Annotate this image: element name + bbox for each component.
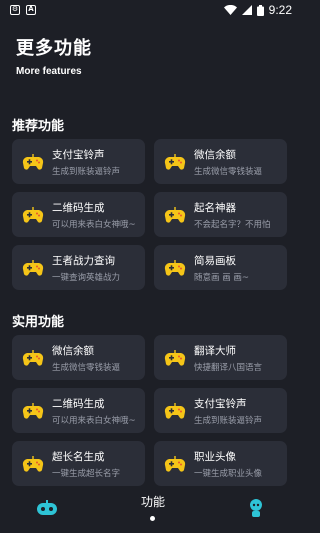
feature-card[interactable]: 王者战力查询 一键查询英雄战力 — [12, 245, 145, 290]
feature-grid: 支付宝铃声 生成到账装逼铃声 微信余额 生成微信零钱装逼 二维码生成 可以用来表… — [0, 139, 300, 290]
feature-card[interactable]: 支付宝铃声 生成到账装逼铃声 — [154, 388, 287, 433]
feature-desc: 生成到账装逼铃声 — [194, 415, 263, 426]
status-bar: ⚙ A 9:22 — [0, 0, 300, 20]
gamepad-icon — [164, 349, 186, 367]
wifi-icon — [223, 5, 237, 15]
feature-card[interactable]: 二维码生成 可以用来表白女神哦~ — [12, 388, 145, 433]
feature-card[interactable]: 支付宝铃声 生成到账装逼铃声 — [12, 139, 145, 184]
feature-text: 二维码生成 可以用来表白女神哦~ — [52, 200, 136, 230]
feature-text: 支付宝铃声 生成到账装逼铃声 — [52, 147, 120, 177]
section-title: 实用功能 — [12, 315, 65, 330]
feature-card[interactable]: 超长名生成 一键生成超长名字 — [12, 441, 145, 486]
gamepad-icon — [164, 206, 186, 224]
active-tab-indicator — [150, 515, 156, 521]
gamepad-icon — [164, 259, 186, 277]
feature-name: 支付宝铃声 — [194, 397, 247, 410]
feature-text: 支付宝铃声 生成到账装逼铃声 — [194, 396, 262, 426]
feature-name: 王者战力查询 — [52, 254, 115, 267]
feature-desc: 一键生成超长名字 — [52, 468, 121, 479]
feature-desc: 一键查询英雄战力 — [52, 272, 121, 283]
page-title: 更多功能 — [16, 38, 92, 59]
feature-desc: 一键生成职业头像 — [194, 468, 263, 479]
feature-card[interactable]: 微信余额 生成微信零钱装逼 — [12, 335, 145, 380]
gamepad-icon — [22, 402, 44, 420]
feature-text: 超长名生成 一键生成超长名字 — [52, 449, 120, 479]
feature-card[interactable]: 职业头像 一键生成职业头像 — [154, 441, 287, 486]
gamepad-icon — [22, 259, 44, 277]
feature-card[interactable]: 二维码生成 可以用来表白女神哦~ — [12, 192, 145, 237]
battery-icon — [256, 4, 264, 16]
feature-text: 简易画板 随意画 画 画~ — [194, 253, 249, 283]
feature-desc: 生成微信零钱装逼 — [52, 362, 121, 373]
feature-text: 职业头像 一键生成职业头像 — [194, 449, 262, 479]
feature-name: 微信余额 — [194, 148, 236, 161]
feature-desc: 不会起名字？不用怕 — [194, 219, 271, 230]
gamepad-icon — [22, 153, 44, 171]
tab-profile[interactable] — [248, 498, 264, 522]
feature-desc: 生成到账装逼铃声 — [52, 166, 121, 177]
signal-icon — [241, 5, 252, 15]
feature-card[interactable]: 起名神器 不会起名字？不用怕 — [154, 192, 287, 237]
gamepad-bot-icon — [37, 499, 57, 515]
feature-text: 起名神器 不会起名字？不用怕 — [194, 200, 271, 230]
feature-sections: 推荐功能 支付宝铃声 生成到账装逼铃声 微信余额 生成微信零钱装逼 二维码生成 — [0, 102, 300, 486]
feature-card[interactable]: 简易画板 随意画 画 画~ — [154, 245, 287, 290]
feature-text: 二维码生成 可以用来表白女神哦~ — [52, 396, 136, 426]
feature-text: 微信余额 生成微信零钱装逼 — [52, 343, 120, 373]
feature-desc: 可以用来表白女神哦~ — [52, 219, 136, 230]
feature-name: 起名神器 — [194, 201, 236, 214]
gamepad-icon — [22, 206, 44, 224]
bottom-tab-bar: 功能 — [0, 486, 300, 533]
tab-home[interactable] — [36, 499, 58, 520]
feature-text: 王者战力查询 一键查询英雄战力 — [52, 253, 120, 283]
feature-name: 简易画板 — [194, 254, 236, 267]
gamepad-icon — [22, 455, 44, 473]
feature-card[interactable]: 微信余额 生成微信零钱装逼 — [154, 139, 287, 184]
feature-card[interactable]: 翻译大师 快捷翻译八国语言 — [154, 335, 287, 380]
feature-desc: 可以用来表白女神哦~ — [52, 415, 136, 426]
feature-text: 微信余额 生成微信零钱装逼 — [194, 147, 262, 177]
section-title: 推荐功能 — [12, 119, 65, 134]
feature-grid: 微信余额 生成微信零钱装逼 翻译大师 快捷翻译八国语言 二维码生成 可以用来表白… — [0, 335, 300, 486]
status-time: 9:22 — [268, 3, 292, 17]
feature-desc: 生成微信零钱装逼 — [194, 166, 263, 177]
page-subtitle: More features — [16, 66, 82, 77]
feature-name: 支付宝铃声 — [52, 148, 105, 161]
gamepad-icon — [164, 153, 186, 171]
tab-features-label: 功能 — [140, 494, 165, 509]
feature-desc: 快捷翻译八国语言 — [194, 362, 263, 373]
page-header: 更多功能 More features — [0, 20, 300, 102]
feature-name: 微信余额 — [52, 344, 94, 357]
feature-name: 二维码生成 — [52, 201, 105, 214]
gamepad-icon — [164, 402, 186, 420]
feature-name: 职业头像 — [194, 450, 236, 463]
avatar-bot-icon — [249, 498, 262, 517]
feature-text: 翻译大师 快捷翻译八国语言 — [194, 343, 262, 373]
feature-name: 翻译大师 — [194, 344, 236, 357]
feature-name: 超长名生成 — [52, 450, 105, 463]
gamepad-icon — [22, 349, 44, 367]
tab-features[interactable]: 功能 — [141, 493, 165, 521]
feature-name: 二维码生成 — [52, 397, 105, 410]
notification-icon: ⚙ — [10, 5, 20, 15]
notification-a-icon: A — [26, 5, 36, 15]
feature-desc: 随意画 画 画~ — [194, 272, 250, 283]
gamepad-icon — [164, 455, 186, 473]
